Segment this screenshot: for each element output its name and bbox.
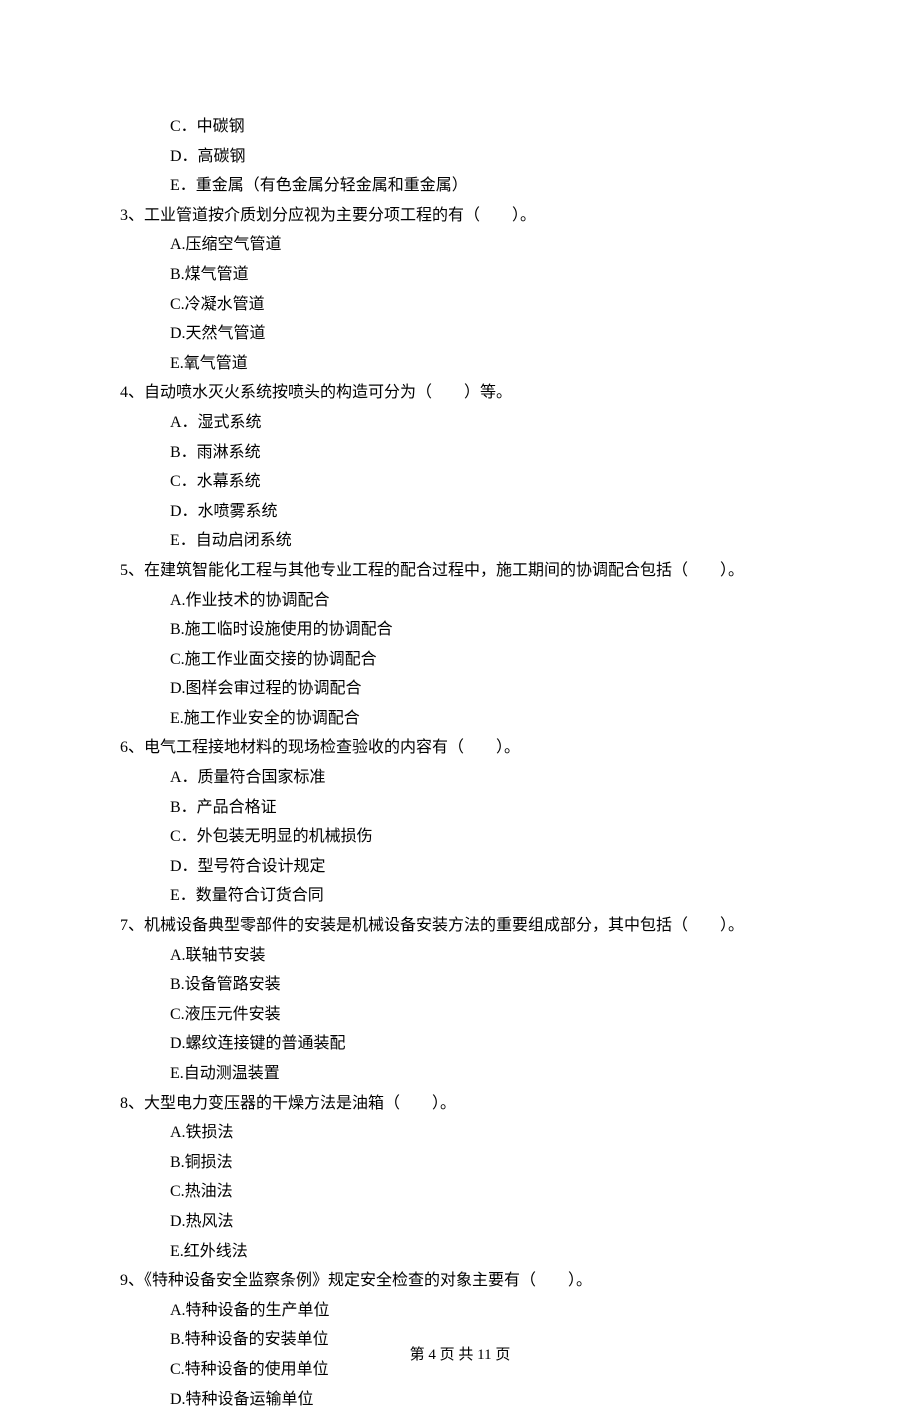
q6-option-e: E．数量符合订货合同 [120,883,860,909]
question-5: 5、在建筑智能化工程与其他专业工程的配合过程中，施工期间的协调配合包括（ ）。 [120,558,860,584]
q3-option-c: C.冷凝水管道 [120,292,860,318]
q4-option-e: E．自动启闭系统 [120,528,860,554]
q7-option-b: B.设备管路安装 [120,972,860,998]
q7-option-e: E.自动测温装置 [120,1061,860,1087]
q7-option-d: D.螺纹连接键的普通装配 [120,1031,860,1057]
page: C．中碳钢 D．高碳钢 E．重金属（有色金属分轻金属和重金属） 3、工业管道按介… [0,0,920,1412]
q8-option-c: C.热油法 [120,1179,860,1205]
q6-option-a: A．质量符合国家标准 [120,765,860,791]
q3-option-a: A.压缩空气管道 [120,232,860,258]
q8-option-a: A.铁损法 [120,1120,860,1146]
question-6: 6、电气工程接地材料的现场检查验收的内容有（ ）。 [120,735,860,761]
q7-option-c: C.液压元件安装 [120,1002,860,1028]
q4-option-c: C．水幕系统 [120,469,860,495]
question-8: 8、大型电力变压器的干燥方法是油箱（ ）。 [120,1091,860,1117]
pre-option-c: C．中碳钢 [120,114,860,140]
q6-option-b: B．产品合格证 [120,795,860,821]
question-4: 4、自动喷水灭火系统按喷头的构造可分为（ ）等。 [120,380,860,406]
q8-option-e: E.红外线法 [120,1239,860,1265]
q5-option-c: C.施工作业面交接的协调配合 [120,647,860,673]
pre-option-e: E．重金属（有色金属分轻金属和重金属） [120,173,860,199]
q4-option-d: D．水喷雾系统 [120,499,860,525]
q4-option-b: B．雨淋系统 [120,440,860,466]
q4-option-a: A．湿式系统 [120,410,860,436]
page-footer: 第 4 页 共 11 页 [0,1343,920,1367]
q9-option-d: D.特种设备运输单位 [120,1387,860,1413]
q5-option-d: D.图样会审过程的协调配合 [120,676,860,702]
question-7: 7、机械设备典型零部件的安装是机械设备安装方法的重要组成部分，其中包括（ ）。 [120,913,860,939]
q5-option-a: A.作业技术的协调配合 [120,588,860,614]
page-content: C．中碳钢 D．高碳钢 E．重金属（有色金属分轻金属和重金属） 3、工业管道按介… [0,114,920,1412]
q3-option-e: E.氧气管道 [120,351,860,377]
q6-option-d: D．型号符合设计规定 [120,854,860,880]
q3-option-b: B.煤气管道 [120,262,860,288]
q8-option-b: B.铜损法 [120,1150,860,1176]
q7-option-a: A.联轴节安装 [120,943,860,969]
pre-option-d: D．高碳钢 [120,144,860,170]
q6-option-c: C．外包装无明显的机械损伤 [120,824,860,850]
q8-option-d: D.热风法 [120,1209,860,1235]
q5-option-b: B.施工临时设施使用的协调配合 [120,617,860,643]
question-3: 3、工业管道按介质划分应视为主要分项工程的有（ ）。 [120,203,860,229]
question-9: 9、《特种设备安全监察条例》规定安全检查的对象主要有（ ）。 [120,1268,860,1294]
q5-option-e: E.施工作业安全的协调配合 [120,706,860,732]
q3-option-d: D.天然气管道 [120,321,860,347]
